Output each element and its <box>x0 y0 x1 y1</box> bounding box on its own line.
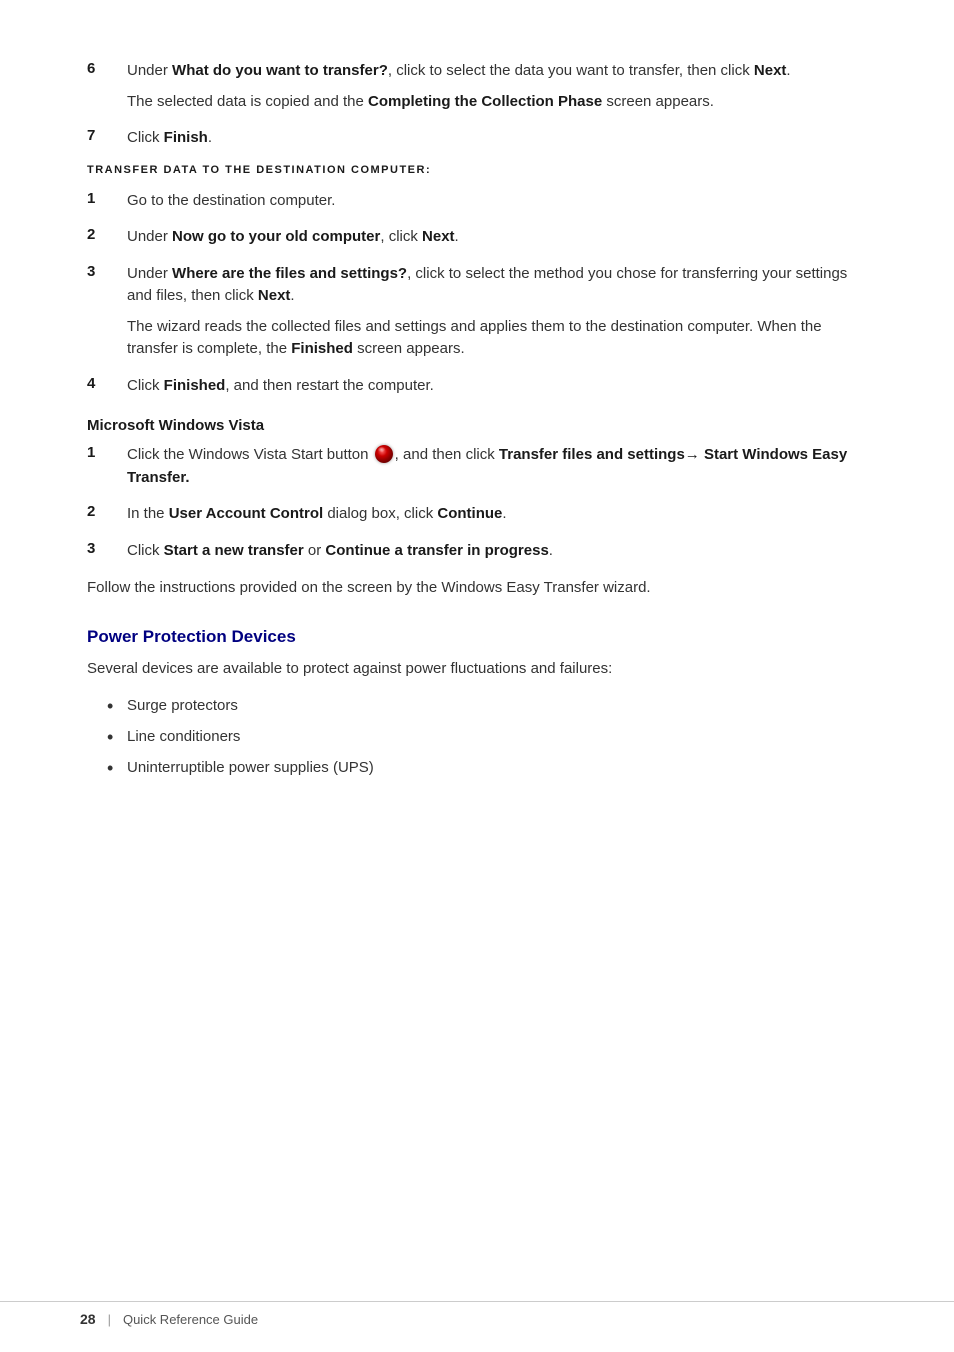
transfer-4-bold1: Finished <box>164 377 226 394</box>
transfer-1-number: 1 <box>87 190 127 207</box>
transfer-step-2: 2 Under Now go to your old computer, cli… <box>87 226 867 249</box>
step-7-content: Click Finish. <box>127 127 867 150</box>
vista-3-number: 3 <box>87 540 127 557</box>
transfer-3-sub: The wizard reads the collected files and… <box>127 316 867 361</box>
vista-3-bold2: Continue a transfer in progress <box>325 542 548 559</box>
footer-separator: | <box>108 1312 111 1327</box>
transfer-1-content: Go to the destination computer. <box>127 190 867 213</box>
step-6-sub-bold: Completing the Collection Phase <box>368 93 602 110</box>
step-7-text: Click Finish. <box>127 129 212 146</box>
transfer-2-number: 2 <box>87 226 127 243</box>
bullet-text-1: Surge protectors <box>127 695 238 718</box>
content-area: 6 Under What do you want to transfer?, c… <box>87 60 867 781</box>
transfer-4-content: Click Finished, and then restart the com… <box>127 375 867 398</box>
step-7: 7 Click Finish. <box>87 127 867 150</box>
transfer-3-number: 3 <box>87 263 127 280</box>
transfer-3-sub-bold: Finished <box>291 340 353 357</box>
bullet-item-2: • Line conditioners <box>107 726 867 749</box>
transfer-3-content: Under Where are the files and settings?,… <box>127 263 867 361</box>
vista-1-number: 1 <box>87 444 127 461</box>
vista-step-3: 3 Click Start a new transfer or Continue… <box>87 540 867 563</box>
bullet-item-3: • Uninterruptible power supplies (UPS) <box>107 757 867 780</box>
step-6-content: Under What do you want to transfer?, cli… <box>127 60 867 113</box>
transfer-step-4: 4 Click Finished, and then restart the c… <box>87 375 867 398</box>
transfer-3-bold2: Next <box>258 287 291 304</box>
bullet-text-3: Uninterruptible power supplies (UPS) <box>127 757 374 780</box>
bullet-dot-1: • <box>107 695 127 718</box>
footer-guide-text: Quick Reference Guide <box>123 1312 258 1327</box>
step-7-bold: Finish <box>164 129 208 146</box>
vista-step-2: 2 In the User Account Control dialog box… <box>87 503 867 526</box>
step-6-sub: The selected data is copied and the Comp… <box>127 91 867 114</box>
bullet-item-1: • Surge protectors <box>107 695 867 718</box>
page: 6 Under What do you want to transfer?, c… <box>0 0 954 1352</box>
vista-2-content: In the User Account Control dialog box, … <box>127 503 867 526</box>
footer-page-number: 28 <box>80 1311 96 1327</box>
transfer-step-3: 3 Under Where are the files and settings… <box>87 263 867 361</box>
step-6-number: 6 <box>87 60 127 77</box>
footer: 28 | Quick Reference Guide <box>80 1311 874 1327</box>
step-7-number: 7 <box>87 127 127 144</box>
transfer-2-bold2: Next <box>422 228 455 245</box>
transfer-step-1: 1 Go to the destination computer. <box>87 190 867 213</box>
step-6-text: Under What do you want to transfer?, cli… <box>127 62 791 79</box>
vista-2-number: 2 <box>87 503 127 520</box>
step-6: 6 Under What do you want to transfer?, c… <box>87 60 867 113</box>
vista-1-bold1: Transfer files and settings→ Start Windo… <box>127 446 847 486</box>
transfer-3-text: Under Where are the files and settings?,… <box>127 265 847 305</box>
power-intro: Several devices are available to protect… <box>87 657 867 680</box>
transfer-heading: TRANSFER DATA TO THE DESTINATION COMPUTE… <box>87 164 867 176</box>
step-6-bold1: What do you want to transfer? <box>172 62 388 79</box>
windows-vista-start-icon <box>375 445 393 463</box>
power-bullet-list: • Surge protectors • Line conditioners •… <box>107 695 867 781</box>
footer-divider <box>0 1301 954 1302</box>
bullet-dot-2: • <box>107 726 127 749</box>
vista-1-content: Click the Windows Vista Start button , a… <box>127 444 867 489</box>
vista-3-content: Click Start a new transfer or Continue a… <box>127 540 867 563</box>
transfer-4-number: 4 <box>87 375 127 392</box>
vista-arrow: → <box>685 446 700 463</box>
vista-2-bold2: Continue <box>437 505 502 522</box>
transfer-2-content: Under Now go to your old computer, click… <box>127 226 867 249</box>
transfer-3-bold1: Where are the files and settings? <box>172 265 407 282</box>
transfer-2-bold1: Now go to your old computer <box>172 228 380 245</box>
follow-paragraph: Follow the instructions provided on the … <box>87 576 867 599</box>
power-heading: Power Protection Devices <box>87 627 867 647</box>
vista-3-bold1: Start a new transfer <box>164 542 304 559</box>
vista-heading: Microsoft Windows Vista <box>87 417 867 434</box>
step-6-bold2: Next <box>754 62 787 79</box>
bullet-dot-3: • <box>107 757 127 780</box>
bullet-text-2: Line conditioners <box>127 726 240 749</box>
vista-2-bold1: User Account Control <box>169 505 323 522</box>
vista-step-1: 1 Click the Windows Vista Start button ,… <box>87 444 867 489</box>
